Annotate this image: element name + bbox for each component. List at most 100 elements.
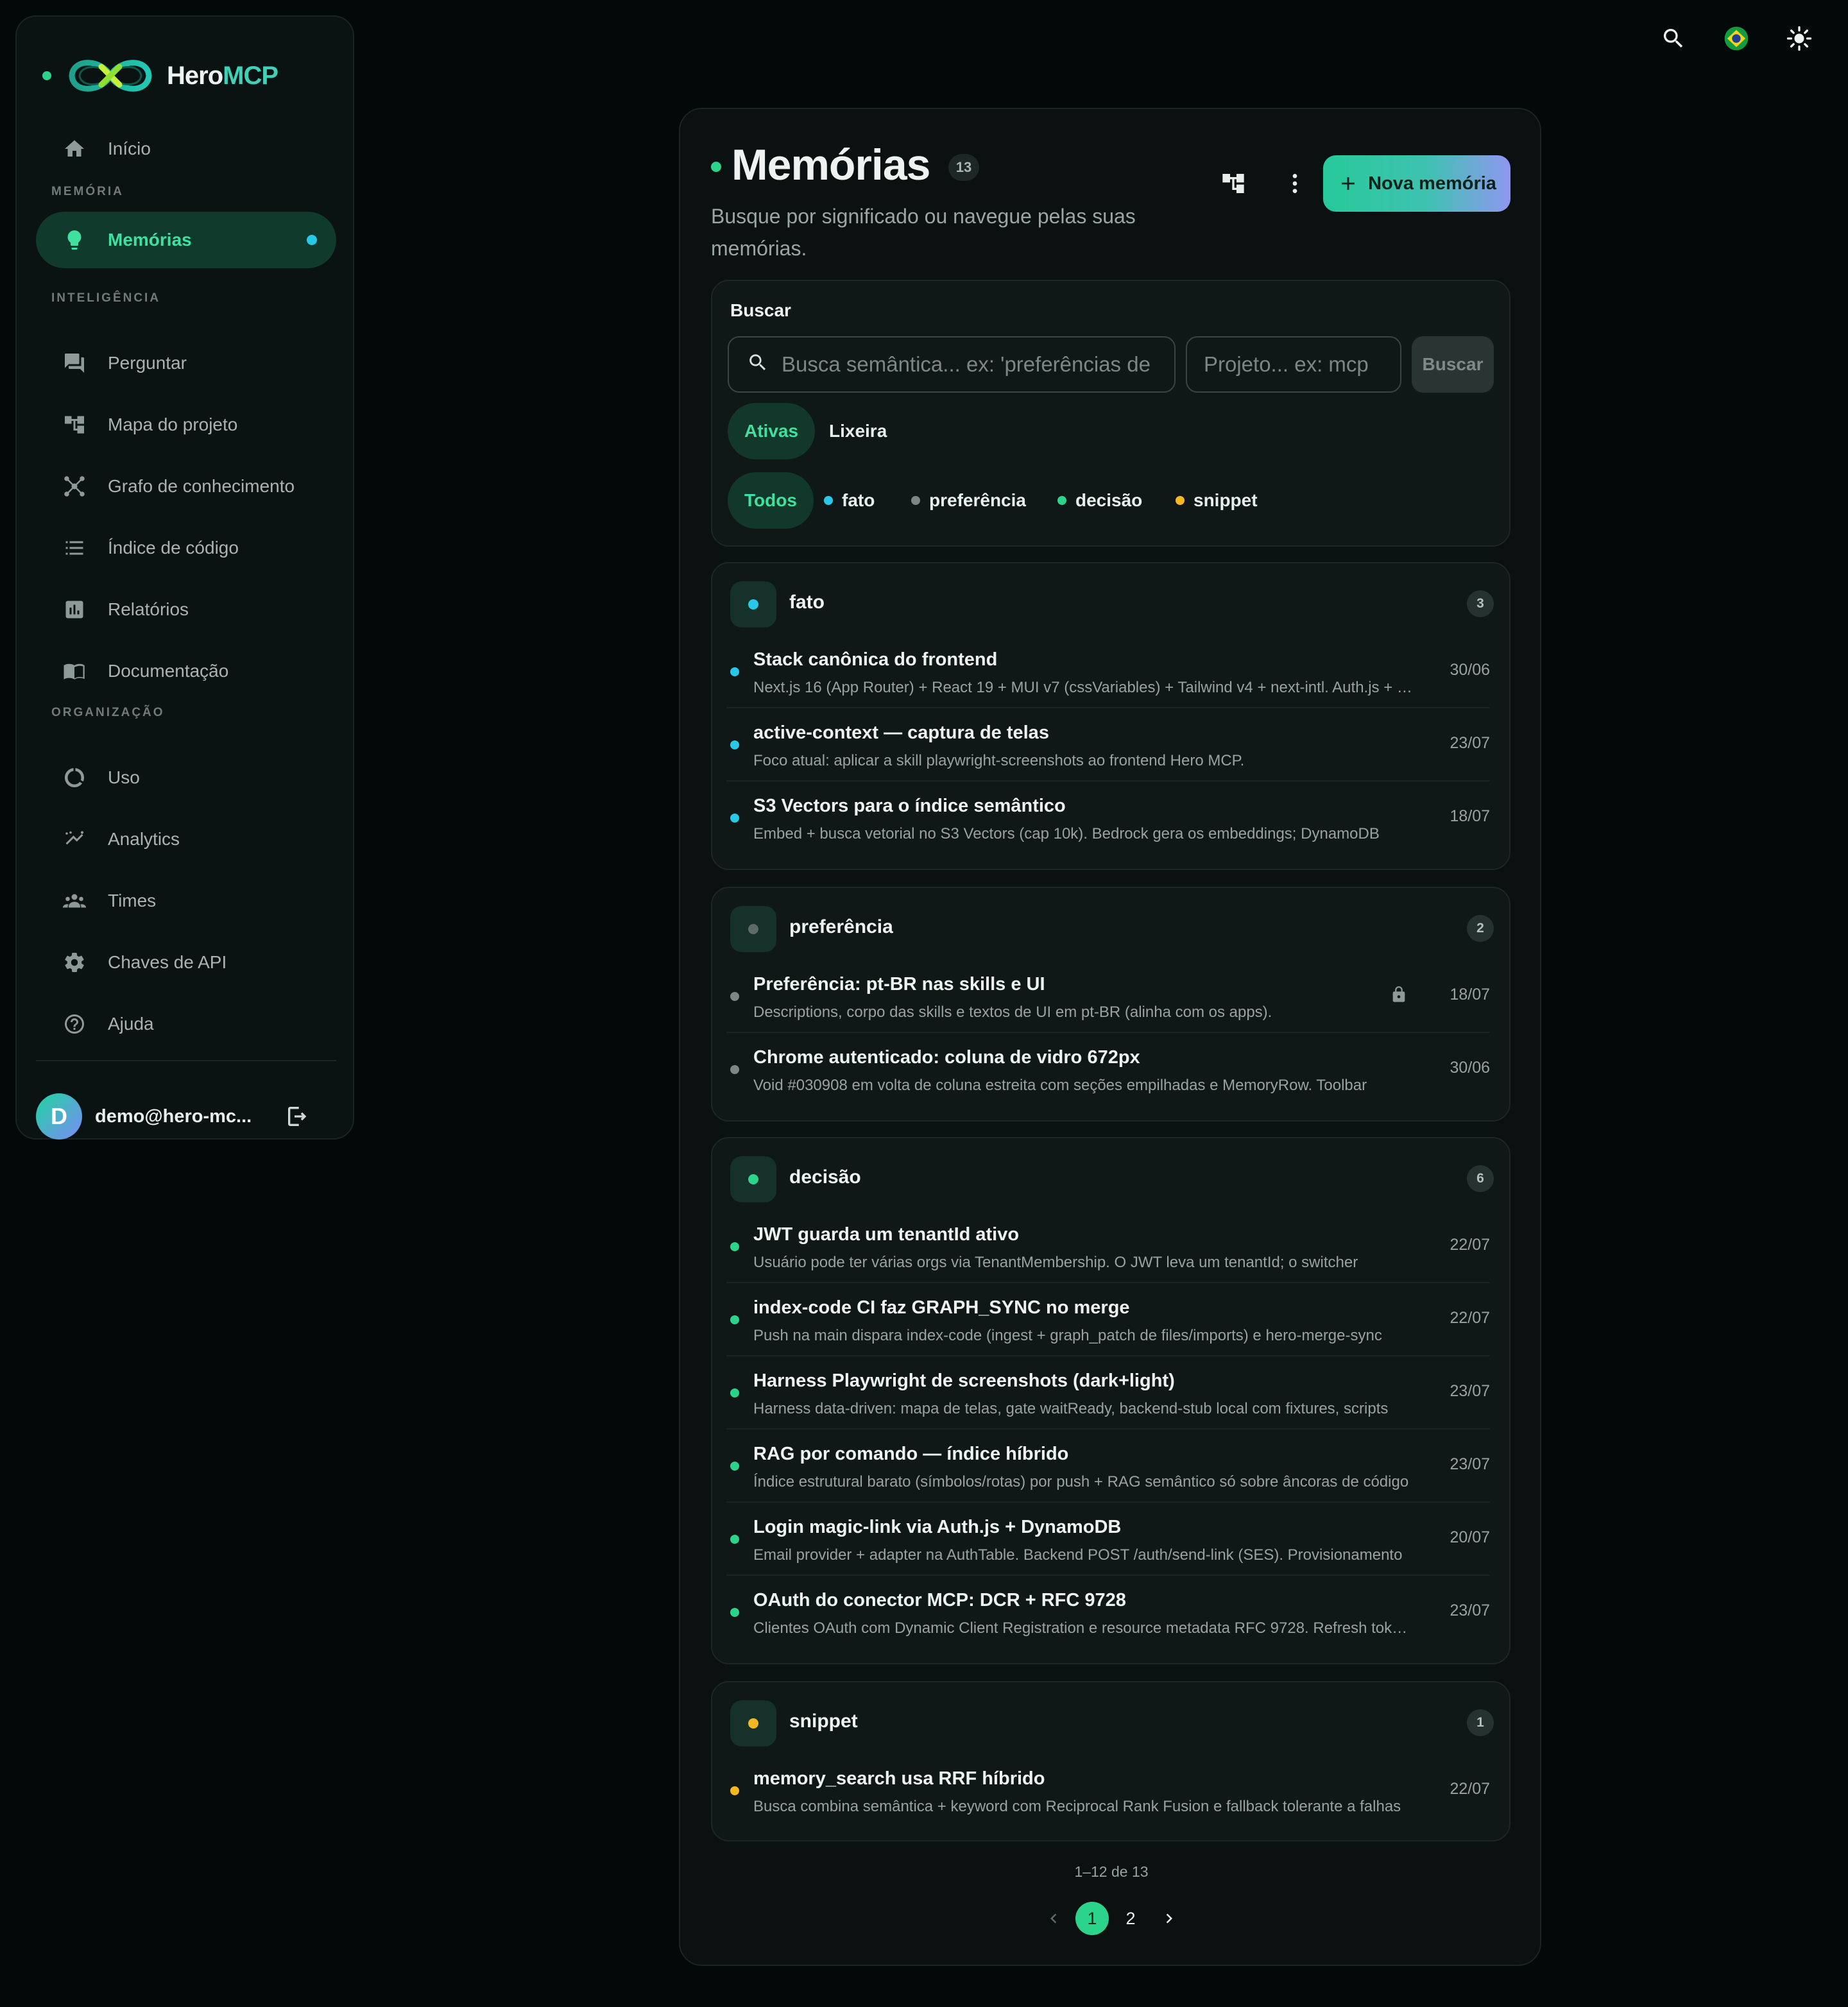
search-card: Buscar Buscar Ativas Lixeira Todos fato … (711, 280, 1510, 547)
row-divider (726, 1355, 1490, 1356)
sidebar-item-chaves-de-api[interactable]: Chaves de API (36, 934, 336, 991)
sidebar-item-label: Perguntar (108, 353, 187, 373)
memory-description: Descriptions, corpo das skills e textos … (753, 1004, 1272, 1021)
memory-title: Chrome autenticado: coluna de vidro 672p… (753, 1047, 1140, 1068)
filter-preferencia[interactable]: preferência (900, 472, 1038, 529)
memory-row[interactable]: Preferência: pt-BR nas skills e UI Descr… (726, 959, 1490, 1032)
new-memory-button[interactable]: Nova memória (1323, 155, 1510, 212)
next-page-button[interactable] (1152, 1902, 1186, 1935)
memory-row[interactable]: memory_search usa RRF híbrido Busca comb… (726, 1753, 1490, 1826)
group-card-decisao: decisão 6 JWT guarda um tenantId ativo U… (711, 1137, 1510, 1664)
group-card-preferencia: preferência 2 Preferência: pt-BR nas ski… (711, 887, 1510, 1122)
team-icon (62, 888, 87, 914)
search-button[interactable]: Buscar (1412, 336, 1494, 393)
sidebar-item-label: Chaves de API (108, 952, 227, 972)
type-dot (730, 992, 739, 1001)
row-divider (726, 1032, 1490, 1033)
new-memory-label: Nova memória (1368, 173, 1496, 194)
sidebar-item-analytics[interactable]: Analytics (36, 811, 336, 867)
memory-row[interactable]: active-context — captura de telas Foco a… (726, 707, 1490, 780)
type-dot (911, 496, 920, 505)
memory-row[interactable]: Login magic-link via Auth.js + DynamoDB … (726, 1501, 1490, 1575)
user-menu[interactable]: D demo@hero-mc... (36, 1092, 336, 1141)
sidebar-item-label: Memórias (108, 230, 192, 250)
sidebar-item-uso[interactable]: Uso (36, 749, 336, 806)
sidebar-item-mapa-do-projeto[interactable]: Mapa do projeto (36, 397, 336, 453)
memory-description: Embed + busca vetorial no S3 Vectors (ca… (753, 825, 1380, 842)
group-count-badge: 3 (1467, 590, 1494, 617)
sidebar-item-indice-de-codigo[interactable]: Índice de código (36, 520, 336, 576)
memory-description: Usuário pode ter várias orgs via TenantM… (753, 1254, 1358, 1271)
search-icon[interactable] (1659, 24, 1688, 53)
type-dot (730, 1462, 739, 1471)
sidebar-item-label: Mapa do projeto (108, 414, 238, 434)
user-email: demo@hero-mc... (95, 1106, 252, 1127)
avatar[interactable]: D (36, 1093, 82, 1140)
brand[interactable]: HeroMCP (42, 33, 278, 118)
sidebar-item-perguntar[interactable]: Perguntar (36, 335, 336, 391)
memory-date: 22/07 (1450, 1780, 1490, 1798)
memory-row[interactable]: RAG por comando — índice híbrido Índice … (726, 1428, 1490, 1501)
type-dot (730, 1065, 739, 1074)
book-icon (62, 658, 87, 684)
chat-icon (62, 350, 87, 376)
semantic-search-field[interactable] (728, 336, 1176, 393)
more-options-button[interactable] (1272, 160, 1318, 207)
memory-row[interactable]: index-code CI faz GRAPH_SYNC no merge Pu… (726, 1282, 1490, 1355)
filter-snippet[interactable]: snippet (1164, 472, 1269, 529)
group-type-icon (730, 906, 776, 952)
sidebar-item-times[interactable]: Times (36, 873, 336, 929)
memory-row[interactable]: Harness Playwright de screenshots (dark+… (726, 1355, 1490, 1428)
sidebar-item-memorias[interactable]: Memórias (36, 212, 336, 268)
memory-date: 22/07 (1450, 1309, 1490, 1327)
memory-description: Void #030908 em volta de coluna estreita… (753, 1077, 1367, 1094)
type-dot (730, 1242, 739, 1251)
chevron-right-icon (1166, 1913, 1172, 1924)
more-vertical-icon (1292, 174, 1297, 193)
sidebar-item-documentacao[interactable]: Documentação (36, 643, 336, 699)
sidebar-item-relatorios[interactable]: Relatórios (36, 581, 336, 638)
tab-lixeira[interactable]: Lixeira (812, 403, 903, 459)
memory-row[interactable]: JWT guarda um tenantId ativo Usuário pod… (726, 1209, 1490, 1282)
memory-row[interactable]: Stack canônica do frontend Next.js 16 (A… (726, 634, 1490, 707)
group-type-icon (730, 581, 776, 628)
project-input[interactable] (1204, 352, 1400, 377)
filter-decisao[interactable]: decisão (1046, 472, 1154, 529)
memory-date: 23/07 (1450, 1382, 1490, 1400)
memory-row[interactable]: Chrome autenticado: coluna de vidro 672p… (726, 1032, 1490, 1105)
home-icon (62, 136, 87, 162)
prev-page-button[interactable] (1037, 1902, 1070, 1935)
filter-todos[interactable]: Todos (728, 472, 814, 529)
sidebar-item-label: Índice de código (108, 538, 239, 558)
filter-fato[interactable]: fato (812, 472, 886, 529)
page-button-2[interactable]: 2 (1114, 1902, 1147, 1935)
semantic-search-input[interactable] (782, 352, 1174, 377)
memory-row[interactable]: S3 Vectors para o índice semântico Embed… (726, 780, 1490, 853)
memory-date: 23/07 (1450, 1455, 1490, 1473)
brazil-flag-icon[interactable] (1722, 24, 1750, 53)
project-field[interactable] (1186, 336, 1401, 393)
memory-description: Push na main dispara index-code (ingest … (753, 1327, 1382, 1344)
type-dot (730, 667, 739, 676)
sidebar-item-ajuda[interactable]: Ajuda (36, 996, 336, 1052)
memory-description: Índice estrutural barato (símbolos/rotas… (753, 1473, 1409, 1490)
sidebar-item-home[interactable]: Início (36, 121, 336, 177)
plus-icon (1342, 177, 1355, 190)
project-map-button[interactable] (1210, 160, 1256, 207)
memory-date: 18/07 (1450, 807, 1490, 825)
filter-label: snippet (1194, 490, 1258, 510)
logout-icon[interactable] (285, 1104, 311, 1129)
row-divider (726, 1282, 1490, 1283)
type-dot (730, 1315, 739, 1324)
graph-icon (62, 474, 87, 499)
group-count-badge: 6 (1467, 1165, 1494, 1192)
tab-ativas[interactable]: Ativas (728, 403, 816, 459)
page-subtitle: Busque por significado ou navegue pelas … (711, 205, 1136, 260)
sun-icon[interactable] (1785, 24, 1813, 53)
memory-title: OAuth do conector MCP: DCR + RFC 9728 (753, 1590, 1126, 1610)
page-button-1[interactable]: 1 (1075, 1902, 1109, 1935)
pagination-info: 1–12 de 13 (1074, 1863, 1149, 1880)
sidebar-item-grafo[interactable]: Grafo de conhecimento (36, 458, 336, 515)
memory-description: Foco atual: aplicar a skill playwright-s… (753, 752, 1245, 769)
memory-row[interactable]: OAuth do conector MCP: DCR + RFC 9728 Cl… (726, 1575, 1490, 1648)
